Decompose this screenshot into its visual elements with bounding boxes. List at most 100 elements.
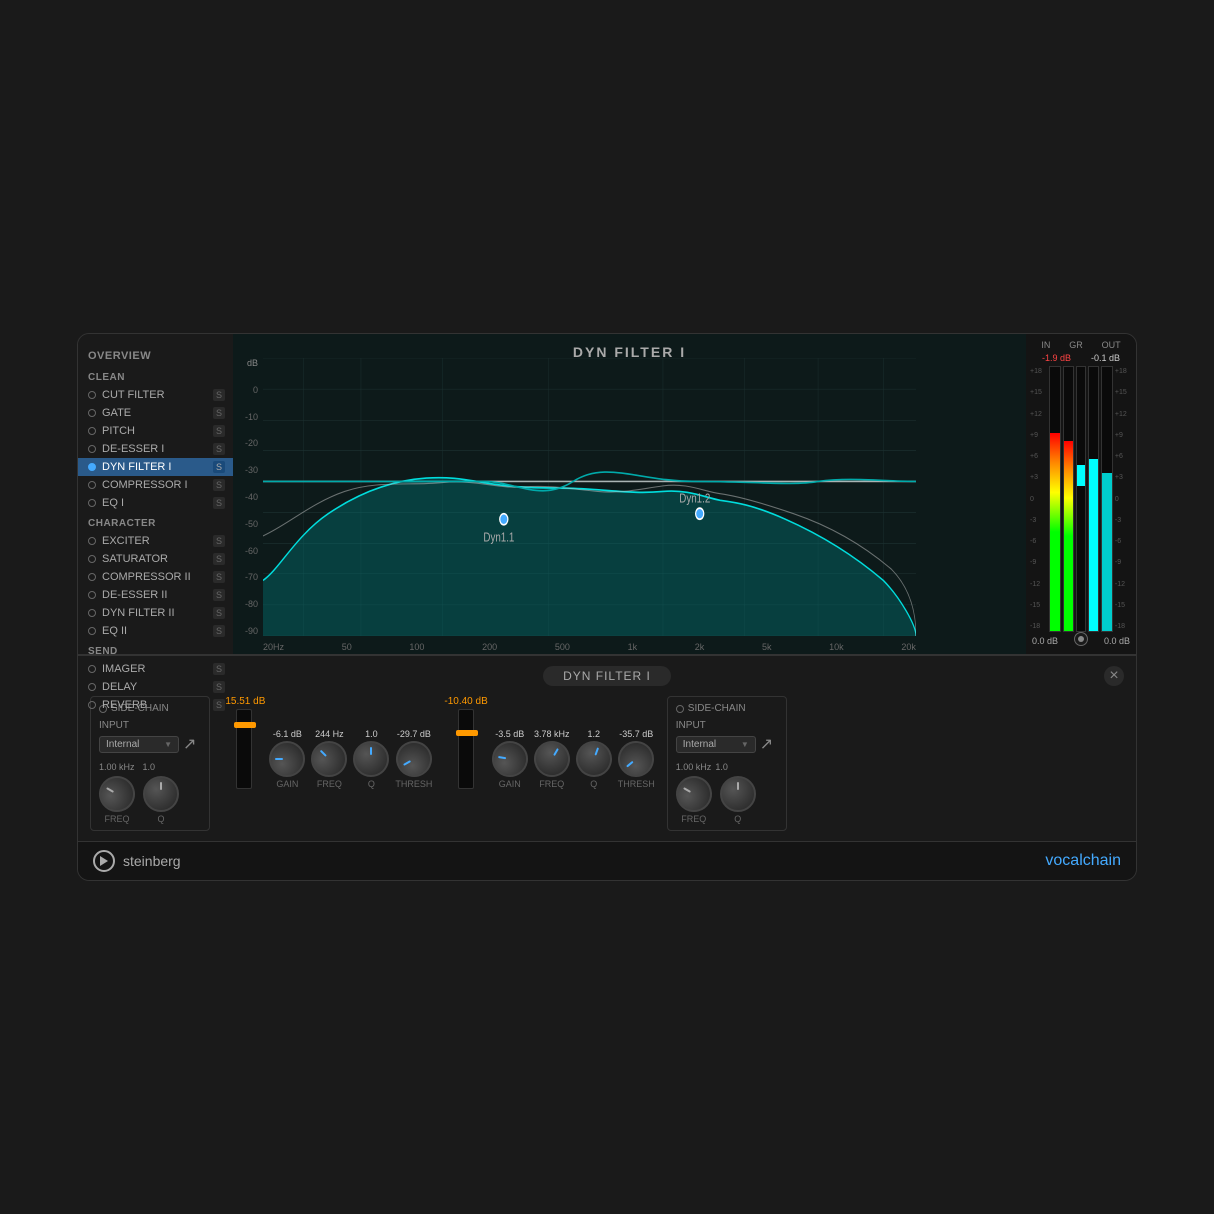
dyn2-q-knob[interactable] [571,736,617,782]
out-db-left: 0.0 dB [1032,636,1058,646]
meters-header-row: IN GR OUT [1030,340,1132,350]
sidebar-item-compressor-i[interactable]: COMPRESSOR I S [78,476,233,494]
sidebar-item-eq-ii[interactable]: EQ II S [78,622,233,640]
dot-icon [88,499,96,507]
dyn1-controls: -15.51 dB -6.1 dB GAIN 244 Hz F [222,696,432,789]
freq-knob-label-left: FREQ [104,814,129,824]
sidebar-item-compressor-ii[interactable]: COMPRESSOR II S [78,568,233,586]
dyn2-gain-label: GAIN [499,779,521,789]
sidebar-item-dyn-filter-i[interactable]: DYN FILTER I S [78,458,233,476]
dyn2-fader-value: -10.40 dB [444,696,487,707]
item-label: EQ I [102,497,213,509]
s-badge[interactable]: S [213,571,225,583]
sidechain-route-button[interactable]: ↗ [183,734,196,754]
out-meter-bar2 [1101,366,1113,632]
q-knob-left-group[interactable]: Q [143,776,179,824]
q-knob-right[interactable] [720,776,756,812]
brand-name: steinberg [123,853,181,869]
input-dropdown-right[interactable]: Internal ▼ [676,736,756,753]
s-badge[interactable]: S [213,407,225,419]
input-dropdown-left[interactable]: Internal ▼ [99,736,179,753]
meter-values-row: -1.9 dB -0.1 dB [1030,352,1132,364]
dyn1-fader-handle[interactable] [234,722,256,728]
sidebar-item-de-esser-i[interactable]: DE-ESSER I S [78,440,233,458]
knobs-right-bottom: FREQ Q [676,776,778,824]
spectrum-svg: Dyn1.1 Dyn1.2 [263,358,916,636]
s-badge[interactable]: S [213,497,225,509]
sidebar-item-de-esser-ii[interactable]: DE-ESSER II S [78,586,233,604]
freq-knob-right-group[interactable]: FREQ [676,776,712,824]
freq-knob-left[interactable] [92,769,141,818]
dyn2-fader-handle[interactable] [456,730,478,736]
bottom-panel-title: DYN FILTER I [543,666,671,686]
scale-m12: -12 [1030,581,1047,588]
q-val-right: 1.0 [715,762,728,772]
dyn2-thresh-knob[interactable] [611,734,662,785]
steinberg-logo: steinberg [93,850,181,872]
sidebar-item-dyn-filter-ii[interactable]: DYN FILTER II S [78,604,233,622]
meters-panel: IN GR OUT -1.9 dB -0.1 dB +18 +15 +12 +9… [1026,334,1136,654]
s-badge[interactable]: S [213,535,225,547]
s-badge[interactable]: S [213,625,225,637]
dropdown-arrow: ▼ [164,740,172,749]
freq-20k: 20k [901,642,916,652]
sidebar-item-cut-filter[interactable]: CUT FILTER S [78,386,233,404]
sidebar-item-reverb[interactable]: REVERB S [78,696,233,714]
dot-icon [88,409,96,417]
item-label: DYN FILTER II [102,607,213,619]
s-badge[interactable]: S [213,553,225,565]
s-badge[interactable]: S [213,607,225,619]
dot-icon [88,591,96,599]
s-badge[interactable]: S [213,389,225,401]
sidebar-item-saturator[interactable]: SATURATOR S [78,550,233,568]
dyn2-freq-knob[interactable] [527,734,576,783]
dyn1-point[interactable] [500,514,508,525]
dyn1-freq-val: 244 Hz [315,729,344,739]
s-badge[interactable]: S [213,699,225,711]
freq-knob-left-group[interactable]: FREQ [99,776,135,824]
s-badge[interactable]: S [213,589,225,601]
in-meter-bar [1049,366,1061,632]
q-knob-right-group[interactable]: Q [720,776,756,824]
spectrum-area[interactable]: DYN FILTER I [233,334,1026,654]
freq-knob-right[interactable] [669,769,718,818]
s-badge[interactable]: S [213,479,225,491]
input-row-right: Internal ▼ ↗ [676,734,778,754]
dyn1-fader-track[interactable] [236,709,252,789]
bypass-button-in[interactable] [1074,632,1088,646]
dot-icon [88,555,96,563]
rscale-9: +9 [1115,432,1132,439]
q-knob-left[interactable] [143,776,179,812]
item-label: DE-ESSER II [102,589,213,601]
controls-row: SIDE-CHAIN INPUT Internal ▼ ↗ 1.00 kHz [90,696,1124,831]
dyn1-thresh-knob[interactable] [389,734,438,783]
scale-15: +15 [1030,389,1047,396]
sidebar-item-pitch[interactable]: PITCH S [78,422,233,440]
dyn1-q-knob[interactable] [353,741,389,777]
sidebar-item-exciter[interactable]: EXCITER S [78,532,233,550]
s-badge[interactable]: S [213,461,225,473]
dyn2-point[interactable] [696,508,704,519]
sidebar-item-eq-i[interactable]: EQ I S [78,494,233,512]
close-button[interactable]: × [1104,666,1124,686]
item-label: DE-ESSER I [102,443,213,455]
q-knob-label-left: Q [157,814,164,824]
overview-label[interactable]: OVERVIEW [78,342,233,366]
dyn2-q-val: 1.2 [588,729,601,739]
sidebar-item-gate[interactable]: GATE S [78,404,233,422]
s-badge[interactable]: S [213,425,225,437]
dyn2-gain-knob[interactable] [489,738,531,780]
out-meter-bar1 [1088,366,1100,632]
sidechain-route-button-right[interactable]: ↗ [760,734,773,754]
freq-1k: 1k [628,642,638,652]
item-label: PITCH [102,425,213,437]
plugin-container: OVERVIEW CLEAN CUT FILTER S GATE S PITCH… [77,333,1137,881]
freq-val-right: 1.00 kHz [676,762,712,772]
gr-meter-bar [1076,366,1086,632]
dyn2-fader-track[interactable] [458,709,474,789]
item-label: REVERB [102,699,213,711]
left-sidechain-section: SIDE-CHAIN INPUT Internal ▼ ↗ 1.00 kHz [90,696,210,831]
s-badge[interactable]: S [213,443,225,455]
dyn1-freq-knob[interactable] [304,734,355,785]
dyn1-gain-knob[interactable] [269,741,305,777]
